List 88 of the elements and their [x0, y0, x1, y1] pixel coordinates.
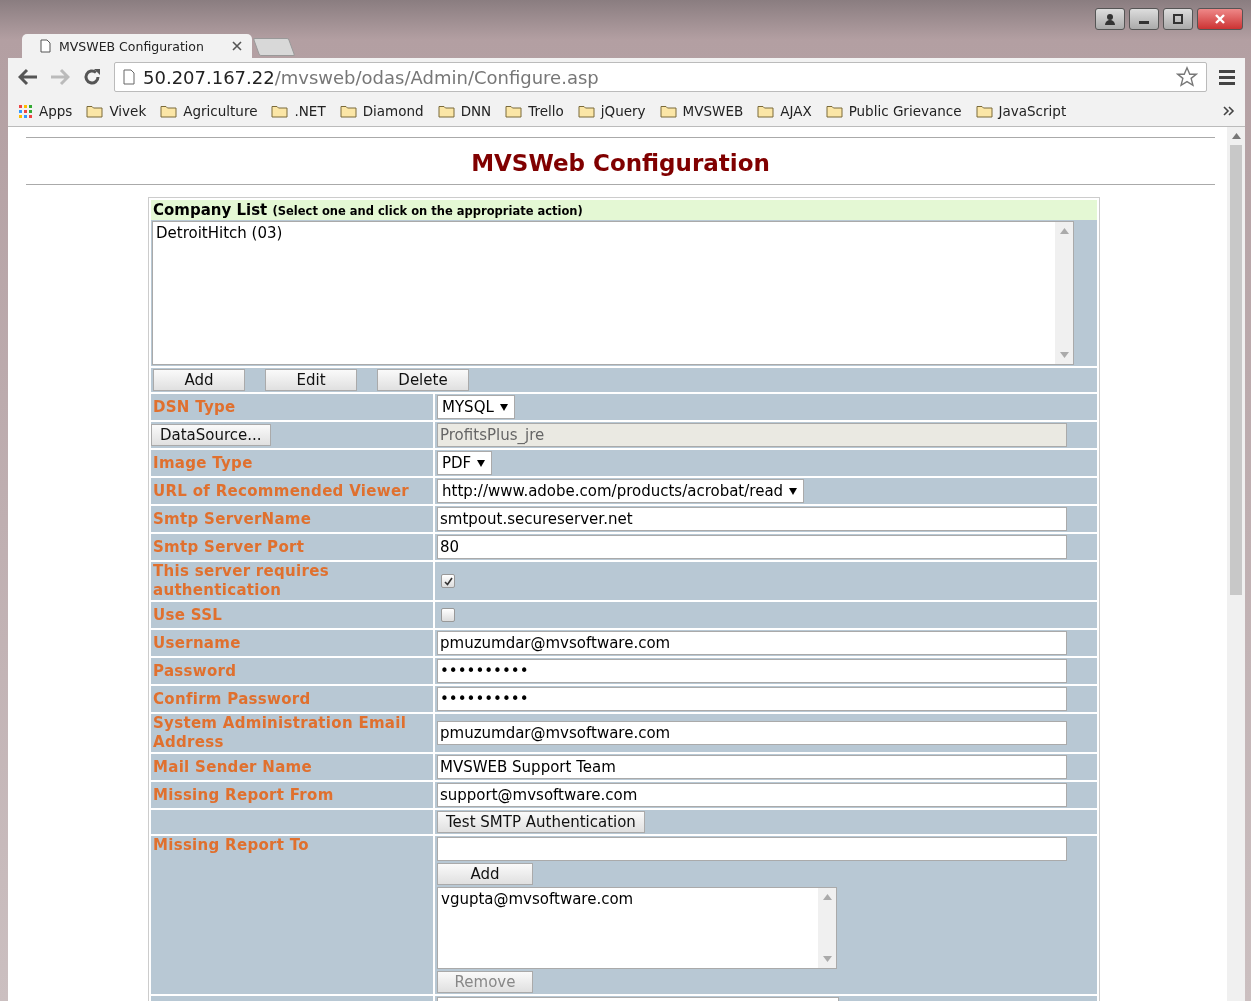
action-button[interactable]: Delete: [377, 369, 469, 391]
action-button[interactable]: Add: [153, 369, 245, 391]
apps-grid-icon: [18, 103, 33, 119]
bookmark[interactable]: DNN: [437, 103, 492, 119]
maximize-button[interactable]: [1163, 8, 1193, 30]
bookmark[interactable]: Vivek: [86, 103, 147, 119]
field-label: System Administration Email Address: [152, 714, 408, 752]
field-label: Smtp ServerName: [152, 509, 313, 529]
page-icon: [40, 39, 51, 53]
input-field[interactable]: smtpout.secureserver.net: [437, 507, 1067, 531]
scroll-up-icon[interactable]: [1231, 133, 1241, 139]
input-field[interactable]: [437, 837, 1067, 861]
browser-tab[interactable]: MVSWEB Configuration: [22, 34, 252, 58]
close-icon[interactable]: [232, 41, 242, 51]
field-label: Smtp Server Port: [152, 537, 306, 557]
folder-icon: [505, 104, 523, 118]
field-label: Confirm Password: [152, 689, 312, 709]
folder-icon: [757, 104, 775, 118]
field-label: Image Type: [152, 453, 254, 473]
folder-icon: [825, 104, 843, 118]
field-label: This server requires authentication: [152, 562, 330, 600]
page-icon: [123, 69, 135, 85]
address-bar[interactable]: 50.207.167.22/mvsweb/odas/Admin/Configure.asp: [114, 62, 1207, 92]
list-item[interactable]: DetroitHitch (03): [156, 224, 1052, 242]
bookmark[interactable]: Apps: [18, 103, 73, 119]
field-label: Missing Report From: [152, 785, 335, 805]
back-icon[interactable]: [18, 68, 38, 86]
reload-icon[interactable]: [82, 67, 102, 87]
menu-icon[interactable]: [1219, 69, 1235, 85]
field-label: URL of Recommended Viewer: [152, 481, 411, 501]
caret-icon: [499, 403, 508, 411]
caret-icon: [789, 487, 798, 495]
action-button[interactable]: Edit: [265, 369, 357, 391]
field-label: Username: [152, 633, 242, 653]
email-listbox[interactable]: vgupta@mvsoftware.com: [437, 887, 837, 969]
add-button[interactable]: Add: [437, 863, 533, 885]
close-icon: [1215, 14, 1225, 24]
bookmark[interactable]: MVSWEB: [659, 103, 744, 119]
page-title: MVSWeb Configuration: [26, 137, 1215, 185]
input-field[interactable]: ProfitsPlus_jre: [437, 423, 1067, 447]
user-button[interactable]: [1095, 8, 1125, 30]
input-field[interactable]: 80: [437, 535, 1067, 559]
bookmark[interactable]: JavaScript: [975, 103, 1067, 119]
user-icon: [1104, 13, 1116, 25]
field-label: Missing Report To: [152, 836, 310, 855]
dropdown[interactable]: http://www.adobe.com/products/acrobat/read: [437, 479, 805, 503]
input-field[interactable]: pmuzumdar@mvsoftware.com: [437, 631, 1067, 655]
field-label: Use SSL: [152, 605, 224, 625]
minimize-button[interactable]: [1129, 8, 1159, 30]
bookmark[interactable]: Public Grievance: [825, 103, 962, 119]
folder-icon: [160, 104, 178, 118]
input-field[interactable]: support@mvsoftware.com: [437, 783, 1067, 807]
scrollbar-thumb[interactable]: [1230, 145, 1242, 595]
bookmark[interactable]: Diamond: [339, 103, 424, 119]
list-item[interactable]: vgupta@mvsoftware.com: [441, 890, 815, 908]
close-button[interactable]: [1197, 8, 1243, 30]
folder-icon: [339, 104, 357, 118]
folder-icon: [86, 104, 104, 118]
field-label: Mail Sender Name: [152, 757, 314, 777]
input-field[interactable]: ••••••••••: [437, 659, 1067, 683]
bookmark[interactable]: jQuery: [577, 103, 646, 119]
field-label: DSN Type: [152, 397, 237, 417]
bookmark[interactable]: Agriculture: [160, 103, 258, 119]
folder-icon: [659, 104, 677, 118]
checkbox[interactable]: [441, 608, 455, 622]
dropdown[interactable]: PDF: [437, 451, 493, 475]
input-field[interactable]: MVSWEB Support Team: [437, 755, 1067, 779]
folder-icon: [975, 104, 993, 118]
bookmark[interactable]: .NET: [271, 103, 326, 119]
chevron-icon[interactable]: [1223, 106, 1235, 116]
caret-icon: [477, 459, 486, 467]
input-field[interactable]: ••••••••••: [437, 687, 1067, 711]
folder-icon: [577, 104, 595, 118]
folder-icon: [437, 104, 455, 118]
input-field[interactable]: pmuzumdar@mvsoftware.com: [437, 721, 1067, 745]
datasource-button[interactable]: DataSource...: [151, 424, 271, 446]
maximize-icon: [1173, 14, 1183, 24]
dropdown[interactable]: MYSQL: [437, 395, 515, 419]
checkbox[interactable]: [441, 574, 455, 588]
bookmark[interactable]: Trello: [505, 103, 564, 119]
field-label: Password: [152, 661, 238, 681]
company-listbox[interactable]: DetroitHitch (03): [152, 221, 1074, 365]
folder-icon: [271, 104, 289, 118]
section-header: Company List (Select one and click on the appropriate action): [151, 200, 1097, 220]
bookmark[interactable]: AJAX: [757, 103, 812, 119]
test-smtp-button[interactable]: Test SMTP Authentication: [437, 811, 645, 833]
minimize-icon: [1139, 21, 1149, 24]
star-icon[interactable]: [1176, 66, 1198, 88]
